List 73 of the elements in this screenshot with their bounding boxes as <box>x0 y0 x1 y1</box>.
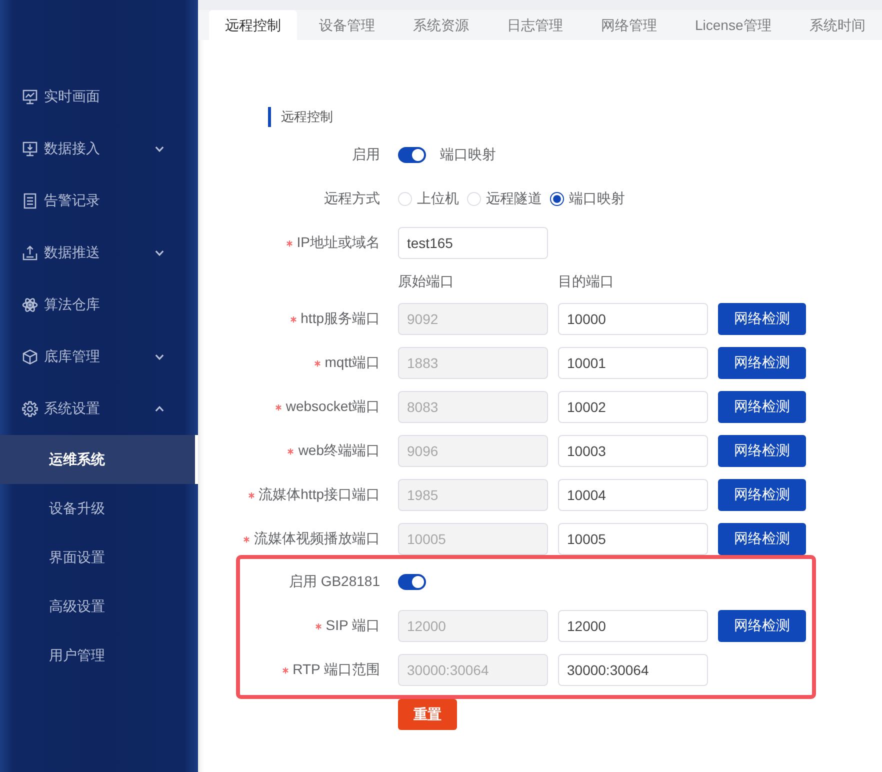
section-title: 远程控制 <box>268 107 333 127</box>
field-label: http服务端口 <box>300 310 380 328</box>
port-input: 9092 <box>398 303 548 335</box>
sidebar-item[interactable]: 数据接入 <box>0 123 198 175</box>
sidebar-item[interactable]: 算法仓库 <box>0 279 198 331</box>
port-input: 8083 <box>398 391 548 423</box>
sidebar-item[interactable]: 系统设置 <box>0 383 198 435</box>
field-label: 流媒体视频播放端口 <box>254 530 380 548</box>
submenu-item[interactable]: 用户管理 <box>0 631 198 680</box>
network-check-button[interactable]: 网络检测 <box>718 435 806 467</box>
port-input[interactable]: 10000 <box>558 303 708 335</box>
field-label: 远程方式 <box>324 190 380 208</box>
radio-button[interactable] <box>550 192 564 206</box>
upload-icon <box>22 245 38 261</box>
network-check-button[interactable]: 网络检测 <box>718 303 806 335</box>
port-input[interactable]: 10002 <box>558 391 708 423</box>
monitor-chart-icon <box>22 89 38 105</box>
monitor-download-icon <box>22 141 38 157</box>
toggle-switch[interactable] <box>398 574 426 590</box>
sidebar-item[interactable]: 实时画面 <box>0 71 198 123</box>
field-label: websocket端口 <box>286 398 380 416</box>
port-input[interactable]: 10004 <box>558 479 708 511</box>
field-label: mqtt端口 <box>324 354 380 372</box>
tab[interactable]: 系统资源 <box>397 10 485 40</box>
port-input: 10005 <box>398 523 548 555</box>
submenu-item[interactable]: 高级设置 <box>0 582 198 631</box>
document-icon <box>22 193 38 209</box>
settings-icon <box>22 401 38 417</box>
field-label: RTP 端口范围 <box>292 661 380 679</box>
submenu-item[interactable]: 设备升级 <box>0 484 198 533</box>
tab[interactable]: License管理 <box>679 10 788 40</box>
port-input[interactable]: 10003 <box>558 435 708 467</box>
tab[interactable]: 日志管理 <box>491 10 579 40</box>
port-input[interactable]: 10005 <box>558 523 708 555</box>
port-input[interactable]: 12000 <box>558 610 708 642</box>
port-input: 1883 <box>398 347 548 379</box>
port-input: 1985 <box>398 479 548 511</box>
cube-icon <box>22 349 38 365</box>
tab[interactable]: 设备管理 <box>303 10 391 40</box>
column-header: 原始端口 <box>398 272 455 291</box>
tab[interactable]: 网络管理 <box>585 10 673 40</box>
host-input[interactable]: test165 <box>398 227 548 259</box>
field-label: 启用 GB28181 <box>288 573 380 591</box>
radio-label[interactable]: 端口映射 <box>569 190 625 208</box>
reset-button[interactable]: 重置 <box>398 699 457 730</box>
field-label: web终端端口 <box>298 442 380 460</box>
sidebar-item[interactable]: 告警记录 <box>0 175 198 227</box>
network-check-button[interactable]: 网络检测 <box>718 347 806 379</box>
switch-label: 端口映射 <box>440 146 496 164</box>
atom-icon <box>22 297 38 313</box>
network-check-button[interactable]: 网络检测 <box>718 610 806 642</box>
port-input[interactable]: 30000:30064 <box>558 654 708 686</box>
field-label: 流媒体http接口端口 <box>258 486 380 504</box>
submenu-item[interactable]: 运维系统 <box>0 435 198 484</box>
tab[interactable]: 远程控制 <box>209 10 297 40</box>
sidebar-item[interactable]: 底库管理 <box>0 331 198 383</box>
field-label: 启用 <box>352 146 380 164</box>
port-input: 12000 <box>398 610 548 642</box>
network-check-button[interactable]: 网络检测 <box>718 479 806 511</box>
radio-label[interactable]: 远程隧道 <box>486 190 542 208</box>
sidebar-item[interactable]: 数据推送 <box>0 227 198 279</box>
field-label: IP地址或域名 <box>296 234 380 252</box>
port-input[interactable]: 10001 <box>558 347 708 379</box>
tab[interactable]: 系统时间 <box>793 10 882 40</box>
port-input: 9096 <box>398 435 548 467</box>
submenu-item[interactable]: 界面设置 <box>0 533 198 582</box>
radio-label[interactable]: 上位机 <box>417 190 459 208</box>
network-check-button[interactable]: 网络检测 <box>718 391 806 423</box>
toggle-switch[interactable] <box>398 147 426 163</box>
network-check-button[interactable]: 网络检测 <box>718 523 806 555</box>
port-input: 30000:30064 <box>398 654 548 686</box>
column-header: 目的端口 <box>558 272 615 291</box>
field-label: SIP 端口 <box>326 617 380 635</box>
